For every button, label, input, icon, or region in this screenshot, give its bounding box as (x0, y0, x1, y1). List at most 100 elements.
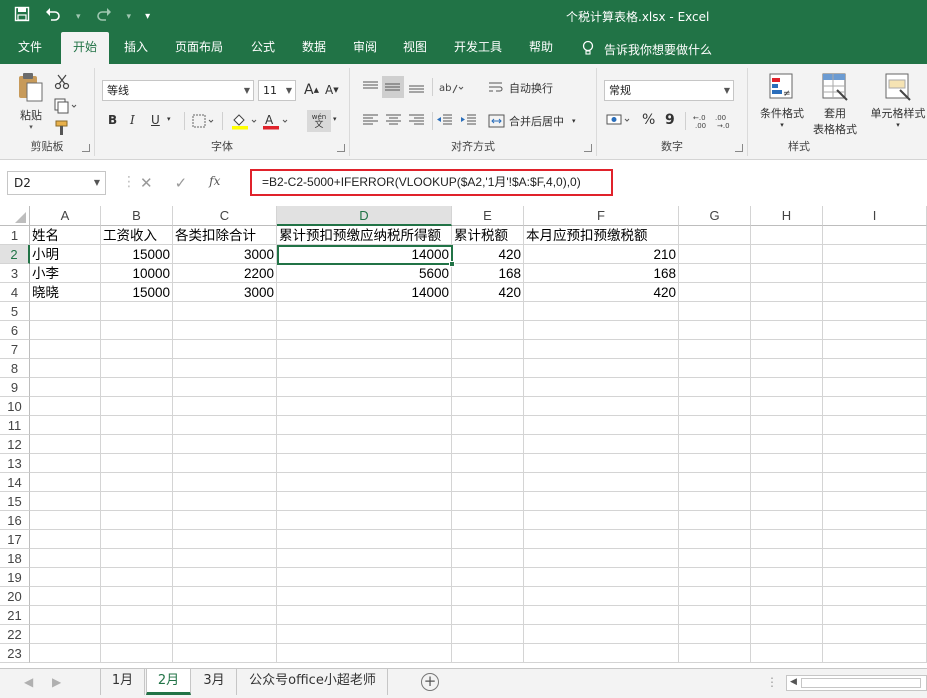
cell-b14[interactable] (101, 473, 173, 492)
row-header-4[interactable]: 4 (0, 283, 30, 302)
font-size-select[interactable]: 11 ▼ (258, 80, 296, 101)
cell-e16[interactable] (452, 511, 524, 530)
cell-e10[interactable] (452, 397, 524, 416)
cell-i23[interactable] (823, 644, 927, 663)
cell-a13[interactable] (30, 454, 101, 473)
underline-button[interactable]: U (151, 113, 160, 127)
percent-button[interactable]: % (642, 112, 655, 128)
cell-g21[interactable] (679, 606, 751, 625)
phonetic-dropdown-icon[interactable]: ▾ (333, 115, 337, 123)
cell-g15[interactable] (679, 492, 751, 511)
cell-b10[interactable] (101, 397, 173, 416)
number-format-select[interactable]: 常规 ▼ (604, 80, 734, 101)
cell-g11[interactable] (679, 416, 751, 435)
tab-insert[interactable]: 插入 (124, 32, 148, 64)
cell-i16[interactable] (823, 511, 927, 530)
tab-page-layout[interactable]: 页面布局 (175, 32, 223, 64)
cell-h20[interactable] (751, 587, 823, 606)
cell-i1[interactable] (823, 226, 927, 245)
cell-c12[interactable] (173, 435, 277, 454)
bold-button[interactable]: B (108, 113, 117, 127)
cell-e20[interactable] (452, 587, 524, 606)
cell-a14[interactable] (30, 473, 101, 492)
select-all-corner[interactable] (0, 206, 30, 226)
cell-f19[interactable] (524, 568, 679, 587)
cell-a20[interactable] (30, 587, 101, 606)
cell-e18[interactable] (452, 549, 524, 568)
cell-c20[interactable] (173, 587, 277, 606)
cell-i2[interactable] (823, 245, 927, 264)
cell-d22[interactable] (277, 625, 452, 644)
cell-c4[interactable]: 3000 (173, 283, 277, 302)
column-header-d[interactable]: D (277, 206, 452, 226)
cell-a6[interactable] (30, 321, 101, 340)
sheet-next-icon[interactable]: ▶ (52, 675, 61, 689)
row-header-21[interactable]: 21 (0, 606, 30, 625)
undo-icon[interactable] (44, 6, 62, 27)
tab-home[interactable]: 开始 (61, 32, 109, 64)
column-header-h[interactable]: H (751, 206, 823, 226)
cell-c1[interactable]: 各类扣除合计 (173, 226, 277, 245)
cell-e4[interactable]: 420 (452, 283, 524, 302)
cell-f23[interactable] (524, 644, 679, 663)
cell-f10[interactable] (524, 397, 679, 416)
cell-c5[interactable] (173, 302, 277, 321)
cell-g6[interactable] (679, 321, 751, 340)
cell-h4[interactable] (751, 283, 823, 302)
cell-a18[interactable] (30, 549, 101, 568)
format-as-table-button[interactable]: 套用 表格格式 (806, 72, 864, 137)
decrease-indent-icon[interactable] (436, 113, 454, 127)
name-box[interactable]: D2 ▼ (7, 171, 106, 195)
cell-g2[interactable] (679, 245, 751, 264)
cell-a2[interactable]: 小明 (30, 245, 101, 264)
cell-f13[interactable] (524, 454, 679, 473)
cell-e1[interactable]: 累计税额 (452, 226, 524, 245)
cell-i20[interactable] (823, 587, 927, 606)
cell-b11[interactable] (101, 416, 173, 435)
cell-a19[interactable] (30, 568, 101, 587)
align-middle-icon[interactable] (382, 76, 404, 98)
cell-g10[interactable] (679, 397, 751, 416)
cell-i6[interactable] (823, 321, 927, 340)
cell-c2[interactable]: 3000 (173, 245, 277, 264)
cell-d12[interactable] (277, 435, 452, 454)
cell-f16[interactable] (524, 511, 679, 530)
redo-icon[interactable] (95, 6, 113, 27)
row-header-22[interactable]: 22 (0, 625, 30, 644)
cell-f9[interactable] (524, 378, 679, 397)
tab-view[interactable]: 视图 (403, 32, 427, 64)
cell-f4[interactable]: 420 (524, 283, 679, 302)
cell-b8[interactable] (101, 359, 173, 378)
increase-decimal-icon[interactable]: ←.0.00 (692, 112, 710, 130)
cell-a4[interactable]: 晓晓 (30, 283, 101, 302)
cell-e7[interactable] (452, 340, 524, 359)
cell-i3[interactable] (823, 264, 927, 283)
cell-h3[interactable] (751, 264, 823, 283)
column-header-b[interactable]: B (101, 206, 173, 226)
sheet-tab-mar[interactable]: 3月 (192, 669, 237, 695)
align-top-icon[interactable] (362, 80, 380, 94)
cell-g8[interactable] (679, 359, 751, 378)
cell-a11[interactable] (30, 416, 101, 435)
cell-f17[interactable] (524, 530, 679, 549)
horizontal-scrollbar[interactable]: ◀ (786, 675, 927, 691)
cell-f12[interactable] (524, 435, 679, 454)
cell-b18[interactable] (101, 549, 173, 568)
cell-c22[interactable] (173, 625, 277, 644)
cell-g5[interactable] (679, 302, 751, 321)
row-header-13[interactable]: 13 (0, 454, 30, 473)
cell-e19[interactable] (452, 568, 524, 587)
cell-a3[interactable]: 小李 (30, 264, 101, 283)
cell-b23[interactable] (101, 644, 173, 663)
redo-dropdown-icon[interactable]: ▾ (127, 7, 132, 27)
cell-e2[interactable]: 420 (452, 245, 524, 264)
cell-c6[interactable] (173, 321, 277, 340)
font-color-icon[interactable]: A (262, 112, 290, 130)
cell-h17[interactable] (751, 530, 823, 549)
row-header-18[interactable]: 18 (0, 549, 30, 568)
cancel-icon[interactable]: ✕ (140, 174, 153, 192)
customize-qat-icon[interactable]: ▾ (145, 7, 150, 27)
row-header-6[interactable]: 6 (0, 321, 30, 340)
cell-h5[interactable] (751, 302, 823, 321)
row-header-11[interactable]: 11 (0, 416, 30, 435)
